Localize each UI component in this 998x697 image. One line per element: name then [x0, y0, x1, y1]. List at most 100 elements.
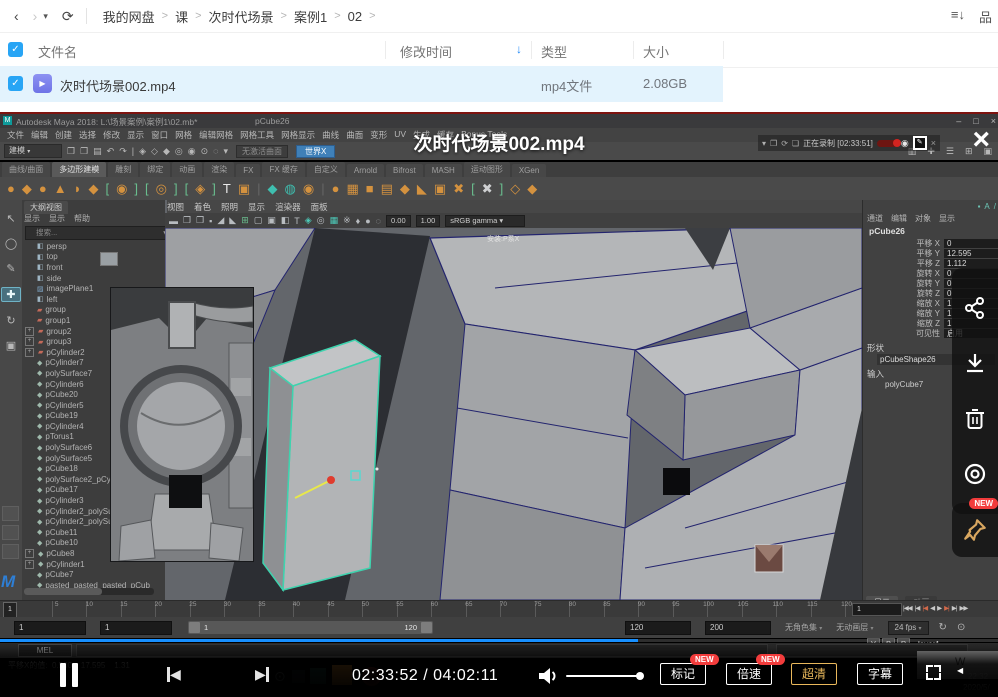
shelf-icon[interactable]: ▤	[381, 181, 393, 197]
pause-button[interactable]	[60, 663, 84, 692]
character-set-dropdown[interactable]: 无角色集 ▾	[785, 622, 822, 633]
outliner-search-input[interactable]: 搜索...▾	[25, 226, 166, 240]
shelf-tab[interactable]: 运动图形	[464, 162, 510, 177]
viewport-icon[interactable]: ▢	[254, 215, 263, 226]
shelf-icon[interactable]: [	[105, 181, 109, 196]
channel-attr-value[interactable]: 12.595	[944, 249, 998, 258]
expand-icon[interactable]: +	[25, 549, 34, 558]
file-row[interactable]: ✓ ▶ 次时代场景002.mp4 mp4文件 2.08GB	[0, 66, 723, 102]
channelbox-menu[interactable]: 通道	[867, 213, 883, 224]
playback-button[interactable]: |◀	[922, 604, 927, 612]
tool-icon-0[interactable]: ↖	[2, 212, 20, 225]
shelf-tab[interactable]: FX	[236, 164, 260, 177]
volume-slider[interactable]	[566, 675, 640, 677]
video-player[interactable]: M Autodesk Maya 2018: L:\场景案例\案例1\02.mb*…	[0, 112, 998, 697]
fps-dropdown[interactable]: 24 fps ▾	[888, 621, 929, 635]
shelf-tab[interactable]: Arnold	[347, 164, 384, 177]
outliner-menu[interactable]: 帮助	[74, 213, 90, 224]
subtitle-button[interactable]: 字幕	[857, 663, 903, 685]
download-icon[interactable]	[963, 351, 987, 375]
range-slider-track[interactable]: 1 120	[188, 621, 433, 634]
viewport-icon[interactable]: ◈	[305, 215, 312, 226]
playback-button[interactable]: ▶|	[944, 604, 949, 612]
sort-order-icon[interactable]: ≡↓	[951, 7, 965, 26]
share-icon[interactable]	[963, 296, 987, 320]
channelbox-menu[interactable]: 编辑	[891, 213, 907, 224]
shelf-icon[interactable]: ●	[39, 181, 47, 196]
playlist-icon[interactable]: ◀	[957, 666, 965, 675]
viewport-icon[interactable]: ▣	[267, 215, 276, 226]
history-caret-icon[interactable]: ▾	[43, 11, 48, 22]
viewport-icon[interactable]: ⊞	[241, 215, 249, 226]
breadcrumb-item-3[interactable]: 案例1	[294, 7, 327, 26]
shelf-icon[interactable]: ◍	[285, 181, 296, 197]
viewport-icon[interactable]: ◌	[376, 216, 381, 226]
shelf-icon[interactable]: ▲	[54, 181, 67, 196]
shelf-tab[interactable]: 曲线/曲面	[2, 162, 50, 177]
viewport-3d-scene[interactable]	[165, 228, 862, 600]
viewport-menu[interactable]: 视图	[167, 201, 184, 213]
viewport-icon[interactable]: ◣	[229, 215, 236, 226]
loop-icon[interactable]: ↻	[939, 622, 947, 633]
gamma-dropdown[interactable]: sRGB gamma ▾	[445, 215, 525, 227]
viewport-icon[interactable]: ◧	[281, 215, 290, 226]
shelf-tab[interactable]: Bifrost	[386, 164, 423, 177]
outliner-item[interactable]: ◧top	[24, 252, 164, 263]
current-frame-marker[interactable]: 1	[3, 602, 17, 618]
playback-start-field[interactable]: 1	[100, 621, 172, 635]
viewport-icon[interactable]: ❐	[196, 215, 204, 226]
viewport-icon[interactable]: ※	[343, 215, 351, 226]
channel-attr-value[interactable]: 1.112	[944, 259, 998, 268]
shelf-icon[interactable]: T	[223, 181, 231, 196]
shelf-icon[interactable]: ◉	[116, 181, 127, 197]
viewport-menu[interactable]: 着色	[194, 201, 211, 213]
channel-attr-value[interactable]: 0	[944, 239, 998, 248]
shelf-icon[interactable]: ■	[366, 181, 374, 196]
exposure-field[interactable]: 0.00	[386, 215, 411, 227]
shelf-tab[interactable]: FX 缓存	[262, 162, 304, 177]
expand-icon[interactable]: +	[25, 560, 34, 569]
viewport-icon[interactable]: ▬	[169, 216, 178, 226]
shelf-icon[interactable]: [	[145, 181, 149, 196]
viewport-icon[interactable]: ▪	[209, 216, 212, 226]
player-close-button[interactable]: ×	[972, 126, 990, 154]
channelbox-top-icon[interactable]: A	[984, 202, 989, 211]
shelf-icon[interactable]: ▦	[346, 181, 358, 197]
viewport-icon[interactable]: ▦	[330, 215, 339, 226]
layout-four-button[interactable]	[2, 525, 19, 540]
time-slider[interactable]: 1 51015202530354045505560657075808590951…	[0, 600, 998, 618]
next-button[interactable]: ▶	[255, 666, 269, 683]
viewport-menu[interactable]: 面板	[311, 201, 328, 213]
playback-end-field[interactable]: 120	[625, 621, 691, 635]
range-handle-end[interactable]	[421, 622, 432, 633]
shelf-icon[interactable]: ◇	[510, 181, 520, 197]
row-checkbox[interactable]: ✓	[8, 76, 23, 91]
outliner-item[interactable]: ◆pCube7	[24, 569, 164, 580]
expand-icon[interactable]: +	[25, 337, 34, 346]
breadcrumb-item-1[interactable]: 课	[175, 7, 188, 26]
layout-single-button[interactable]	[2, 506, 19, 521]
mark-button[interactable]: 标记	[660, 663, 706, 685]
outliner-menu[interactable]: 显示	[49, 213, 65, 224]
shelf-tab[interactable]: 绑定	[140, 162, 170, 177]
channelbox-top-icon[interactable]: /	[994, 202, 996, 211]
playback-button[interactable]: |◀◀	[903, 604, 912, 612]
layout-split-button[interactable]	[2, 544, 19, 559]
playback-button[interactable]: |◀	[915, 604, 920, 612]
viewport-menu[interactable]: 显示	[248, 201, 265, 213]
fullscreen-icon[interactable]	[926, 665, 941, 680]
shelf-icon[interactable]: ]	[174, 181, 178, 196]
anim-layer-dropdown[interactable]: 无动画层 ▾	[836, 622, 873, 633]
anim-start-field[interactable]: 1	[14, 621, 86, 635]
outliner-scrollbar[interactable]	[24, 588, 154, 595]
shelf-icon[interactable]: |	[257, 181, 260, 196]
outliner-menu[interactable]: 显示	[24, 213, 40, 224]
outliner-item[interactable]: ◧side	[24, 273, 164, 284]
maya-window-button-0[interactable]: –	[956, 116, 961, 126]
exposure-field[interactable]: 1.00	[416, 215, 441, 227]
shelf-icon[interactable]: ]	[500, 181, 504, 196]
viewport-icon[interactable]: T	[294, 216, 300, 226]
tool-icon-2[interactable]: ✎	[2, 262, 20, 275]
shelf-icon[interactable]: ●	[7, 181, 15, 196]
shelf-tab[interactable]: XGen	[512, 164, 546, 177]
